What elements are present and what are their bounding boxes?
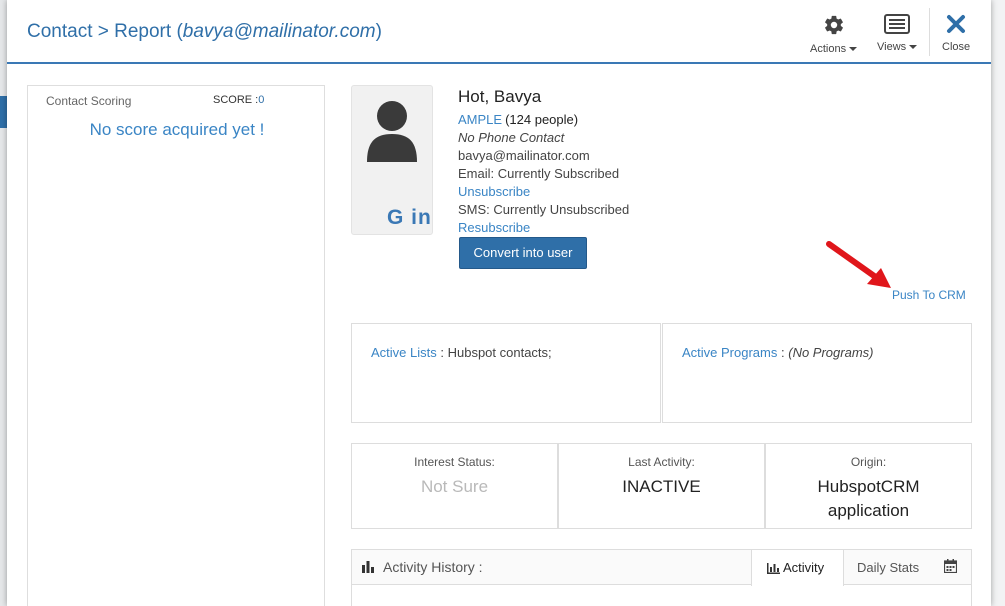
active-programs-link[interactable]: Active Programs — [682, 345, 777, 360]
active-lists-box: Active Lists : Hubspot contacts; — [351, 323, 661, 423]
contact-avatar: G in — [351, 85, 433, 235]
title-email: bavya@mailinator.com — [182, 21, 376, 42]
actions-label: Actions — [810, 43, 858, 55]
interest-status-label: Interest Status: — [414, 455, 495, 469]
bar-chart-icon — [362, 561, 374, 573]
no-score-message: No score acquired yet ! — [89, 120, 265, 139]
origin-card: Origin: HubspotCRM application — [765, 443, 972, 529]
push-to-crm-link[interactable]: Push To CRM — [892, 288, 966, 302]
origin-value: HubspotCRM application — [817, 477, 920, 520]
active-programs-value: (No Programs) — [788, 345, 874, 360]
social-links[interactable]: G in — [387, 206, 432, 230]
tab-activity[interactable]: Activity — [751, 550, 844, 586]
company-line: AMPLE (124 people) — [458, 111, 629, 129]
red-arrow-annotation — [826, 241, 891, 288]
active-programs: Active Programs : (No Programs) — [682, 345, 874, 360]
toolbar-divider — [929, 8, 930, 56]
actions-menu-button[interactable]: Actions — [810, 14, 858, 55]
last-activity-value: INACTIVE — [622, 477, 701, 496]
title-prefix: Contact > Report ( — [27, 21, 183, 42]
close-icon — [947, 15, 966, 33]
phone-status: No Phone Contact — [458, 130, 565, 145]
tab-activity-label: Activity — [783, 560, 825, 575]
contact-info: Hot, Bavya AMPLE (124 people) No Phone Co… — [458, 87, 629, 237]
convert-into-user-button[interactable]: Convert into user — [459, 237, 587, 269]
tab-daily-stats[interactable]: Daily Stats — [857, 560, 919, 575]
active-programs-box: Active Programs : (No Programs) — [662, 323, 972, 423]
company-count: (124 people) — [505, 112, 579, 127]
title-suffix: ) — [375, 21, 382, 42]
email-status: Email: Currently Subscribed — [458, 166, 620, 181]
views-menu-button[interactable]: Views — [877, 14, 918, 53]
views-label: Views — [877, 41, 918, 53]
activity-history-title: Activity History : — [383, 559, 483, 575]
last-activity-label: Last Activity: — [628, 455, 695, 469]
bar-chart-icon — [767, 563, 780, 574]
sms-status: SMS: Currently Unsubscribed — [458, 202, 630, 217]
score-label: SCORE : — [213, 94, 259, 106]
chevron-down-icon — [849, 47, 858, 52]
calendar-icon[interactable] — [944, 559, 957, 573]
active-lists: Active Lists : Hubspot contacts; — [371, 345, 552, 360]
origin-label: Origin: — [850, 455, 887, 469]
modal-header: Contact > Report (bavya@mailinator.com) … — [7, 0, 991, 64]
company-link[interactable]: AMPLE — [458, 112, 502, 127]
active-programs-separator: : — [781, 345, 785, 360]
close-label: Close — [942, 41, 971, 53]
active-lists-value: : Hubspot contacts; — [440, 345, 552, 360]
chevron-down-icon — [909, 45, 918, 50]
person-icon — [367, 101, 417, 162]
last-activity-card: Last Activity: INACTIVE — [558, 443, 765, 529]
contact-scoring-panel: Contact Scoring SCORE :0 No score acquir… — [27, 85, 325, 606]
activity-history-header: Activity History : Activity Daily Stats — [352, 550, 971, 586]
modal-title: Contact > Report (bavya@mailinator.com) — [27, 21, 382, 43]
list-icon — [884, 14, 911, 34]
contact-report-modal: Contact > Report (bavya@mailinator.com) … — [7, 0, 991, 606]
contact-name: Hot, Bavya — [458, 87, 542, 106]
score-readout: SCORE :0 — [213, 94, 264, 106]
unsubscribe-link[interactable]: Unsubscribe — [458, 183, 629, 201]
interest-status-card: Interest Status: Not Sure — [351, 443, 558, 529]
contact-email: bavya@mailinator.com — [458, 148, 590, 163]
close-button[interactable]: Close — [942, 14, 970, 53]
scoring-title: Contact Scoring — [46, 94, 132, 108]
resubscribe-link[interactable]: Resubscribe — [458, 219, 629, 237]
gear-icon — [824, 15, 843, 35]
active-lists-link[interactable]: Active Lists — [371, 345, 437, 360]
interest-status-value: Not Sure — [420, 477, 489, 496]
score-value: 0 — [258, 94, 265, 106]
activity-history-panel: Activity History : Activity Daily Stats — [351, 549, 972, 606]
